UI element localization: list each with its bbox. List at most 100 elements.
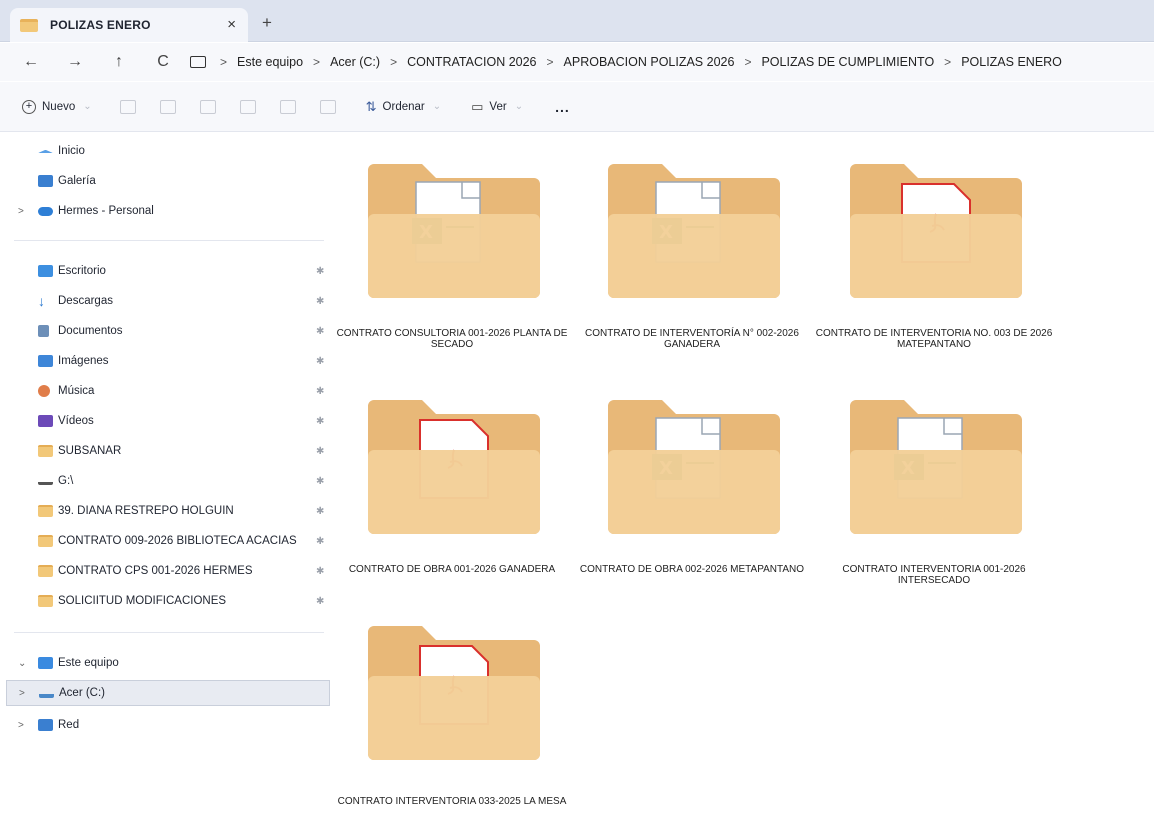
cut-icon[interactable]: [119, 99, 136, 114]
sidebar-item-label: 39. DIANA RESTREPO HOLGUIN: [58, 505, 234, 517]
folder-icon: [38, 445, 53, 457]
pin-icon[interactable]: ✱: [316, 476, 324, 487]
sidebar-item-galeria[interactable]: Galería: [0, 168, 330, 194]
forward-button[interactable]: →: [60, 53, 90, 71]
sidebar-item-contrato-009[interactable]: CONTRATO 009-2026 BIBLIOTECA ACACIAS ✱: [0, 528, 330, 554]
sort-icon: ⇅: [365, 98, 377, 114]
new-tab-button[interactable]: +: [262, 13, 272, 33]
folder-tile[interactable]: CONTRATO DE INTERVENTORIA No. 003 DE 202…: [814, 132, 1052, 372]
sidebar-item-diana-restrepo[interactable]: 39. DIANA RESTREPO HOLGUIN ✱: [0, 498, 330, 524]
sidebar-item-solicitud[interactable]: SOLICIITUD MODIFICACIONES ✱: [0, 588, 330, 614]
sidebar-item-imagenes[interactable]: Imágenes ✱: [0, 348, 330, 374]
pin-icon[interactable]: ✱: [316, 536, 324, 547]
sidebar-item-musica[interactable]: Música ✱: [0, 378, 330, 404]
view-label: Ver: [489, 100, 507, 113]
folder-pdf-icon: [366, 618, 542, 762]
sidebar-item-label: Red: [58, 719, 80, 731]
pictures-icon: [38, 355, 53, 367]
breadcrumb-acer-c[interactable]: Acer (C:): [330, 55, 380, 69]
sidebar-item-hermes-personal[interactable]: > Hermes - Personal: [0, 198, 330, 224]
chevron-right-icon[interactable]: >: [18, 720, 24, 731]
sidebar-item-label: Inicio: [58, 145, 85, 157]
share-icon[interactable]: [279, 99, 296, 114]
breadcrumb-separator-icon: >: [546, 55, 554, 69]
pin-icon[interactable]: ✱: [316, 416, 324, 427]
folder-tile[interactable]: X CONTRATO INTERVENTORIA 001-2026 INTERS…: [814, 368, 1026, 608]
folder-name: CONTRATO DE INTERVENTORÍA N° 002-2026 GA…: [585, 328, 799, 350]
new-label: Nuevo: [42, 100, 76, 113]
sidebar-item-label: CONTRATO 009-2026 BIBLIOTECA ACACIAS: [58, 535, 297, 547]
folder-name: CONTRATO DE OBRA 002-2026 METAPANTANO: [579, 564, 805, 575]
refresh-button[interactable]: C: [148, 53, 178, 71]
breadcrumb-este-equipo[interactable]: Este equipo: [237, 55, 303, 69]
sidebar-item-documentos[interactable]: Documentos ✱: [0, 318, 330, 344]
sort-button[interactable]: ⇅ Ordenar ⌄: [366, 99, 441, 115]
breadcrumb: > Este equipo > Acer (C:) > CONTRATACION…: [190, 55, 1062, 69]
this-pc-icon: [190, 56, 206, 68]
breadcrumb-contratacion-2026[interactable]: CONTRATACION 2026: [407, 55, 536, 69]
sidebar-item-g-drive[interactable]: G:\ ✱: [0, 468, 330, 494]
chevron-right-icon[interactable]: >: [18, 206, 24, 217]
folder-tile[interactable]: X CONTRATO DE OBRA 002-2026 METAPANTANO: [572, 368, 804, 608]
sidebar-item-escritorio[interactable]: Escritorio ✱: [0, 258, 330, 284]
folder-icon: [38, 565, 53, 577]
folder-pdf-icon: [366, 392, 542, 536]
sidebar-item-inicio[interactable]: Inicio: [0, 138, 330, 164]
pin-icon[interactable]: ✱: [316, 446, 324, 457]
divider: [14, 632, 324, 633]
sidebar-item-red[interactable]: > Red: [0, 712, 330, 738]
folder-excel-icon: X: [366, 156, 542, 300]
pin-icon[interactable]: ✱: [316, 356, 324, 367]
back-button[interactable]: ←: [16, 53, 46, 71]
breadcrumb-separator-icon: >: [944, 55, 952, 69]
folder-name: CONTRATO DE INTERVENTORIA No. 003 DE 202…: [815, 328, 1053, 350]
chevron-right-icon[interactable]: >: [19, 688, 25, 699]
chevron-down-icon[interactable]: ⌄: [18, 658, 26, 669]
view-button[interactable]: ▭ Ver ⌄: [471, 99, 523, 115]
more-options-button[interactable]: ...: [555, 99, 570, 115]
delete-icon[interactable]: [319, 99, 336, 114]
sidebar-item-label: Escritorio: [58, 265, 106, 277]
folder-tile[interactable]: CONTRATO INTERVENTORIA 033-2025 LA MESA: [332, 594, 566, 818]
tab-polizas-enero[interactable]: POLIZAS ENERO ×: [10, 8, 248, 42]
sort-label: Ordenar: [382, 100, 425, 113]
breadcrumb-aprobacion-polizas[interactable]: APROBACION POLIZAS 2026: [564, 55, 735, 69]
sidebar-item-acer-c[interactable]: > Acer (C:): [6, 680, 330, 706]
sidebar-item-videos[interactable]: Vídeos ✱: [0, 408, 330, 434]
pin-icon[interactable]: ✱: [316, 296, 324, 307]
disk-icon: [39, 688, 54, 698]
paste-icon[interactable]: [199, 99, 216, 114]
sidebar-item-este-equipo[interactable]: ⌄ Este equipo: [0, 650, 330, 676]
pin-icon[interactable]: ✱: [316, 506, 324, 517]
breadcrumb-separator-icon: >: [744, 55, 752, 69]
sidebar-item-label: SOLICIITUD MODIFICACIONES: [58, 595, 227, 607]
pin-icon[interactable]: ✱: [316, 386, 324, 397]
pin-icon[interactable]: ✱: [316, 596, 324, 607]
sidebar-item-subsanar[interactable]: SUBSANAR ✱: [0, 438, 330, 464]
cloud-icon: [38, 206, 53, 216]
up-button[interactable]: ↑: [104, 53, 134, 71]
network-icon: [38, 719, 53, 731]
pin-icon[interactable]: ✱: [316, 326, 324, 337]
copy-icon[interactable]: [159, 99, 176, 114]
pin-icon[interactable]: ✱: [316, 566, 324, 577]
breadcrumb-polizas-cumplimiento[interactable]: POLIZAS DE CUMPLIMIENTO: [761, 55, 934, 69]
sidebar-item-label: Hermes - Personal: [58, 205, 154, 217]
rename-icon[interactable]: [239, 99, 256, 114]
home-icon: [38, 149, 53, 153]
chevron-down-icon: ⌄: [432, 101, 442, 112]
breadcrumb-polizas-enero[interactable]: POLIZAS ENERO: [961, 55, 1062, 69]
documents-icon: [38, 325, 49, 337]
close-tab-icon[interactable]: ×: [227, 16, 236, 33]
sidebar-item-contrato-cps[interactable]: CONTRATO CPS 001-2026 HERMES ✱: [0, 558, 330, 584]
new-button[interactable]: + Nuevo ⌄: [22, 99, 92, 114]
folder-tile[interactable]: CONTRATO DE OBRA 001-2026 GANADERA: [332, 368, 555, 608]
folder-tile[interactable]: X CONTRATO CONSULTORIA 001-2026 PLANTA D…: [332, 132, 567, 372]
sidebar-item-label: Galería: [58, 175, 96, 187]
sidebar-item-descargas[interactable]: ↓ Descargas ✱: [0, 288, 330, 314]
folder-tile[interactable]: X CONTRATO DE INTERVENTORÍA N° 002-2026 …: [572, 132, 799, 372]
this-pc-icon: [38, 657, 53, 669]
folder-icon: [38, 535, 53, 547]
address-bar: ← → ↑ C > Este equipo > Acer (C:) > CONT…: [0, 43, 1154, 81]
pin-icon[interactable]: ✱: [316, 266, 324, 277]
